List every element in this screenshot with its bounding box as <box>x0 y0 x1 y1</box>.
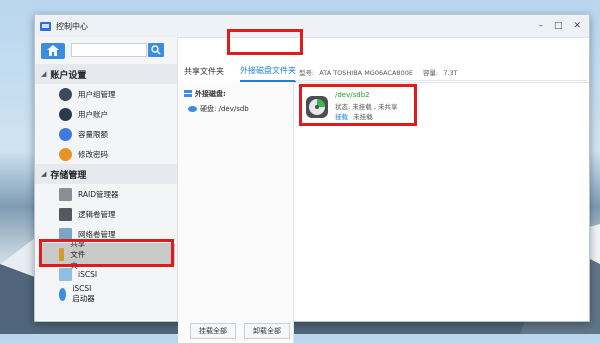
home-button[interactable] <box>41 43 65 59</box>
highlight-box-partition <box>299 84 417 126</box>
sidebar-item-quota[interactable]: 容量限额 <box>59 124 108 144</box>
raid-icon <box>59 187 72 201</box>
sidebar-item-password[interactable]: 修改密码 <box>59 144 108 164</box>
disk-label: 硬盘: /dev/sdb <box>200 105 249 113</box>
external-disk-title: 外接磁盘: <box>184 89 226 99</box>
collapse-triangle-icon: ◢ <box>41 170 47 178</box>
mount-all-label: 挂载全部 <box>199 327 227 335</box>
sidebar-item-label: 用户组管理 <box>78 89 116 99</box>
sidebar-item-label: RAID管理器 <box>78 189 119 199</box>
external-disk-panel: 外接磁盘: 硬盘: /dev/sdb 挂载全部 卸载全部 <box>178 82 294 343</box>
search-input[interactable] <box>71 43 147 57</box>
tab-label: 共享文件夹 <box>184 66 224 76</box>
sidebar-item-label: 容量限额 <box>78 129 108 139</box>
sidebar-item-label: 逻辑卷管理 <box>78 209 116 219</box>
window-title: 控制中心 <box>56 21 88 31</box>
sidebar-item-iscsi-initiator[interactable]: iSCSI 启动器 <box>59 284 97 304</box>
model-label: 型号: <box>299 69 315 77</box>
unmount-all-button[interactable]: 卸载全部 <box>244 323 290 339</box>
collapse-triangle-icon: ◢ <box>41 70 47 78</box>
sidebar-item-label: iSCSI 启动器 <box>72 284 95 303</box>
external-disk-title-text: 外接磁盘: <box>195 90 226 98</box>
sidebar-item-label: 用户账户 <box>78 109 108 119</box>
sidebar-item-iscsi[interactable]: iSCSI <box>59 264 97 284</box>
section-storage-management[interactable]: ◢ 存储管理 <box>35 164 177 184</box>
app-icon <box>40 21 51 31</box>
hard-disk-icon <box>188 106 197 112</box>
capacity-value: 7.3T <box>443 69 458 77</box>
user-group-icon <box>59 87 72 101</box>
search-icon <box>151 45 161 55</box>
sidebar-item-user-account[interactable]: 用户账户 <box>59 104 108 124</box>
sidebar: ◢ 账户设置 用户组管理 用户账户 容量限额 修改密码 ◢ 存储管理 RAID管… <box>35 37 178 320</box>
highlight-box-tab <box>227 29 303 55</box>
capacity-label: 容量: <box>423 69 439 77</box>
search-button[interactable] <box>148 43 164 57</box>
highlight-box-sidebar <box>39 239 174 267</box>
maximize-button[interactable]: □ <box>554 21 563 31</box>
sidebar-item-label: 修改密码 <box>78 149 108 159</box>
title-bar: 控制中心 – □ ✕ <box>35 15 589 38</box>
section-label: 存储管理 <box>50 170 87 181</box>
user-icon <box>59 107 72 121</box>
quota-icon <box>59 127 72 141</box>
model-value: ATA TOSHIBA MG06ACA800E <box>319 69 413 77</box>
section-label: 账户设置 <box>50 70 87 81</box>
iscsi-icon <box>59 267 72 281</box>
home-icon <box>47 45 59 56</box>
minimize-button[interactable]: – <box>538 21 543 31</box>
mount-all-button[interactable]: 挂载全部 <box>190 323 236 339</box>
drive-list-icon <box>184 90 192 97</box>
password-icon <box>59 147 72 161</box>
disk-tree-item[interactable]: 硬盘: /dev/sdb <box>188 104 249 114</box>
unmount-all-label: 卸载全部 <box>253 327 281 335</box>
divider <box>295 80 587 81</box>
volume-icon <box>59 207 72 221</box>
tab-external-disk-folder[interactable]: 外接磁盘文件夹 <box>240 60 296 82</box>
sidebar-item-user-group[interactable]: 用户组管理 <box>59 84 116 104</box>
sidebar-item-volume[interactable]: 逻辑卷管理 <box>59 204 116 224</box>
tab-label: 外接磁盘文件夹 <box>240 65 296 75</box>
close-button[interactable]: ✕ <box>573 21 581 31</box>
section-account-settings[interactable]: ◢ 账户设置 <box>35 64 177 84</box>
sidebar-item-raid[interactable]: RAID管理器 <box>59 184 119 204</box>
tab-shared-folder[interactable]: 共享文件夹 <box>184 60 224 82</box>
disk-info: 型号: ATA TOSHIBA MG06ACA800E 容量: 7.3T <box>299 67 458 77</box>
sidebar-item-label: iSCSI <box>78 269 98 279</box>
iscsi-initiator-icon <box>59 287 67 301</box>
